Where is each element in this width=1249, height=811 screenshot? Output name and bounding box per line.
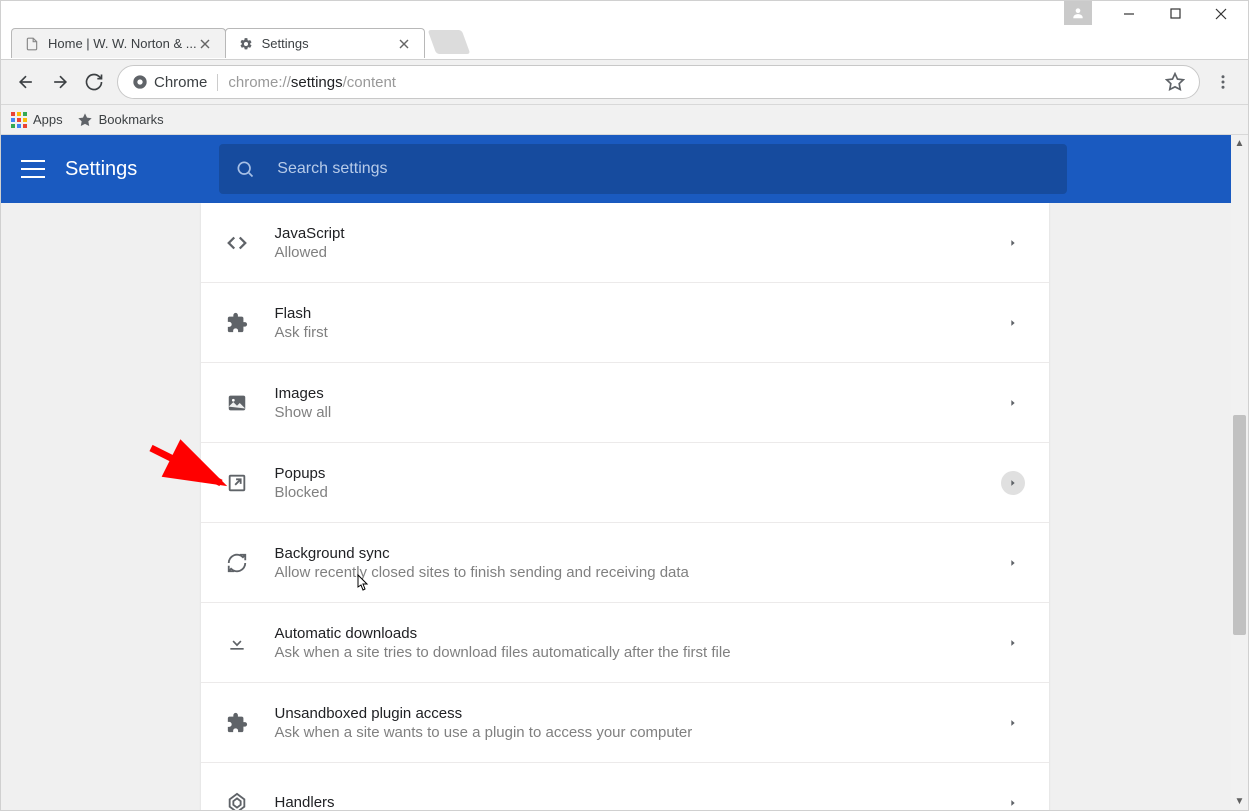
search-input[interactable] bbox=[275, 159, 1051, 179]
content-row-images[interactable]: Images Show all bbox=[201, 363, 1049, 443]
chevron-right-icon bbox=[1001, 711, 1025, 735]
scroll-down-icon[interactable]: ▼ bbox=[1231, 793, 1248, 810]
apps-label: Apps bbox=[33, 112, 63, 127]
row-subtitle: Ask first bbox=[275, 324, 328, 341]
row-subtitle: Allow recently closed sites to finish se… bbox=[275, 564, 689, 581]
chevron-right-icon bbox=[1001, 311, 1025, 335]
chevron-right-icon bbox=[1001, 471, 1025, 495]
scrollbar[interactable]: ▲ ▼ bbox=[1231, 135, 1248, 810]
settings-header: Settings bbox=[1, 135, 1248, 203]
content-settings-panel: JavaScript Allowed Flash Ask first Images Sho… bbox=[201, 203, 1049, 811]
new-tab-button[interactable] bbox=[427, 30, 470, 54]
tab-strip: Home | W. W. Norton & ... Settings bbox=[1, 26, 1248, 59]
content-row-flash[interactable]: Flash Ask first bbox=[201, 283, 1049, 363]
bookmarks-bar: Apps Bookmarks bbox=[1, 105, 1248, 135]
search-settings[interactable] bbox=[219, 144, 1067, 194]
minimize-button[interactable] bbox=[1106, 1, 1152, 26]
code-icon bbox=[225, 232, 249, 254]
row-subtitle: Blocked bbox=[275, 484, 328, 501]
apps-icon bbox=[11, 112, 27, 128]
row-title: Handlers bbox=[275, 794, 335, 811]
file-icon bbox=[24, 36, 40, 52]
star-icon bbox=[77, 112, 93, 128]
window-titlebar bbox=[1, 1, 1248, 26]
chevron-right-icon bbox=[1001, 631, 1025, 655]
menu-button[interactable] bbox=[1206, 65, 1240, 99]
tab-title: Settings bbox=[262, 36, 396, 51]
chevron-right-icon bbox=[1001, 391, 1025, 415]
close-icon[interactable] bbox=[396, 36, 412, 52]
content-row-unsandboxed-plugin-access[interactable]: Unsandboxed plugin access Ask when a site… bbox=[201, 683, 1049, 763]
url-text: chrome://settings/content bbox=[228, 74, 396, 91]
row-title: JavaScript bbox=[275, 225, 345, 242]
user-profile-icon[interactable] bbox=[1064, 1, 1092, 25]
back-button[interactable] bbox=[9, 65, 43, 99]
bookmarks-label: Bookmarks bbox=[99, 112, 164, 127]
row-subtitle: Show all bbox=[275, 404, 332, 421]
row-subtitle: Ask when a site tries to download files … bbox=[275, 644, 731, 661]
sync-icon bbox=[225, 552, 249, 574]
page-content: Settings JavaScript Allowed Flash Ask first… bbox=[1, 135, 1248, 810]
gear-icon bbox=[238, 36, 254, 52]
row-title: Popups bbox=[275, 465, 328, 482]
content-row-automatic-downloads[interactable]: Automatic downloads Ask when a site tries… bbox=[201, 603, 1049, 683]
row-title: Flash bbox=[275, 305, 328, 322]
popup-icon bbox=[225, 472, 249, 494]
scroll-thumb[interactable] bbox=[1233, 415, 1246, 635]
close-icon[interactable] bbox=[197, 36, 213, 52]
security-chip[interactable]: Chrome bbox=[132, 74, 218, 91]
search-icon bbox=[235, 159, 255, 179]
row-title: Automatic downloads bbox=[275, 625, 731, 642]
content-row-popups[interactable]: Popups Blocked bbox=[201, 443, 1049, 523]
address-bar[interactable]: Chrome chrome://settings/content bbox=[117, 65, 1200, 99]
chevron-right-icon bbox=[1001, 791, 1025, 811]
extension-icon bbox=[225, 712, 249, 734]
browser-tab-settings[interactable]: Settings bbox=[225, 28, 425, 58]
chrome-icon bbox=[132, 74, 148, 90]
content-row-handlers[interactable]: Handlers bbox=[201, 763, 1049, 811]
handlers-icon bbox=[225, 792, 249, 811]
chevron-right-icon bbox=[1001, 231, 1025, 255]
reload-button[interactable] bbox=[77, 65, 111, 99]
maximize-button[interactable] bbox=[1152, 1, 1198, 26]
row-subtitle: Allowed bbox=[275, 244, 345, 261]
row-title: Images bbox=[275, 385, 332, 402]
content-row-background-sync[interactable]: Background sync Allow recently closed sit… bbox=[201, 523, 1049, 603]
download-icon bbox=[225, 633, 249, 653]
bookmarks-shortcut[interactable]: Bookmarks bbox=[77, 112, 164, 128]
content-row-javascript[interactable]: JavaScript Allowed bbox=[201, 203, 1049, 283]
browser-window: Home | W. W. Norton & ... Settings Chrom… bbox=[0, 0, 1249, 811]
scroll-up-icon[interactable]: ▲ bbox=[1231, 135, 1248, 152]
row-title: Background sync bbox=[275, 545, 689, 562]
browser-tab-norton[interactable]: Home | W. W. Norton & ... bbox=[11, 28, 226, 58]
toolbar: Chrome chrome://settings/content bbox=[1, 59, 1248, 105]
row-title: Unsandboxed plugin access bbox=[275, 705, 693, 722]
bookmark-star-icon[interactable] bbox=[1165, 72, 1185, 92]
settings-title: Settings bbox=[65, 158, 137, 181]
security-label: Chrome bbox=[154, 74, 207, 91]
chevron-right-icon bbox=[1001, 551, 1025, 575]
menu-icon[interactable] bbox=[21, 157, 45, 181]
row-subtitle: Ask when a site wants to use a plugin to… bbox=[275, 724, 693, 741]
apps-shortcut[interactable]: Apps bbox=[11, 112, 63, 128]
tab-title: Home | W. W. Norton & ... bbox=[48, 36, 197, 51]
forward-button[interactable] bbox=[43, 65, 77, 99]
extension-icon bbox=[225, 312, 249, 334]
image-icon bbox=[225, 392, 249, 414]
close-window-button[interactable] bbox=[1198, 1, 1244, 26]
